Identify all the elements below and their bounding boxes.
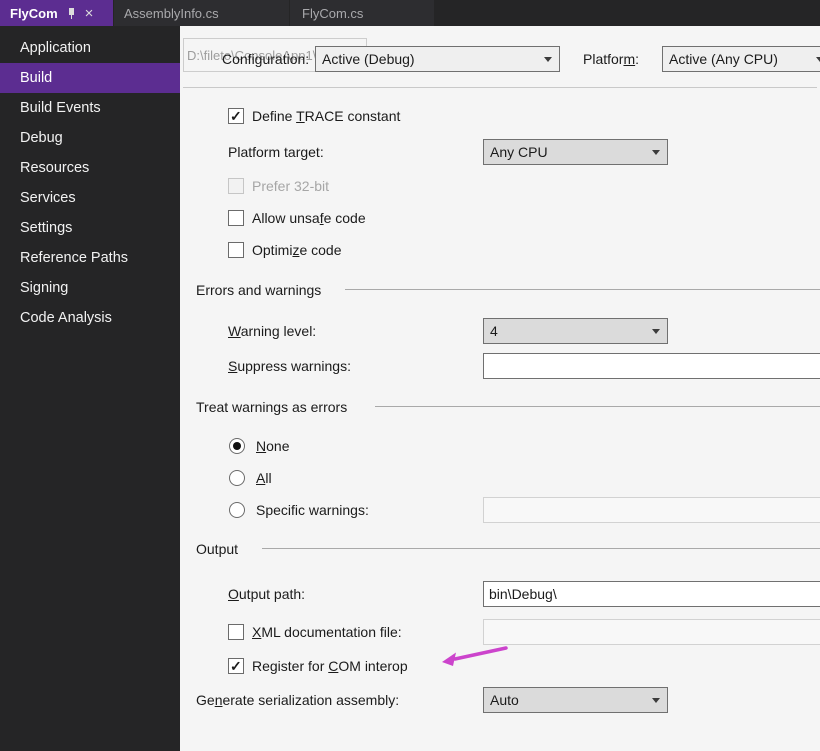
section-divider xyxy=(262,548,820,549)
register-com-label: Register for COM interop xyxy=(252,658,408,674)
platform-target-label: Platform target: xyxy=(228,144,324,160)
sidebar-item-services[interactable]: Services xyxy=(0,183,180,213)
treat-specific-label: Specific warnings: xyxy=(256,502,369,518)
section-divider xyxy=(183,87,817,88)
annotation-arrow xyxy=(442,646,508,666)
output-path-input[interactable]: bin\Debug\ xyxy=(483,581,820,607)
chevron-down-icon xyxy=(652,329,660,334)
define-trace-label: Define TRACE constant xyxy=(252,108,401,124)
section-divider xyxy=(375,406,820,407)
close-icon[interactable]: × xyxy=(85,6,94,21)
sidebar-item-resources[interactable]: Resources xyxy=(0,153,180,183)
chevron-down-icon xyxy=(816,57,820,62)
chevron-down-icon xyxy=(652,150,660,155)
define-trace-checkbox[interactable] xyxy=(228,108,244,124)
treat-warnings-header: Treat warnings as errors xyxy=(196,399,348,415)
sidebar-item-debug[interactable]: Debug xyxy=(0,123,180,153)
treat-specific-radio[interactable] xyxy=(229,502,245,518)
platform-value: Active (Any CPU) xyxy=(669,51,778,67)
sidebar-item-build-events[interactable]: Build Events xyxy=(0,93,180,123)
tab-label: FlyCom.cs xyxy=(302,5,364,21)
sidebar-item-build[interactable]: Build xyxy=(0,63,180,93)
configuration-label: Configuration: xyxy=(222,51,310,67)
treat-all-label: All xyxy=(256,470,272,486)
output-path-label: Output path: xyxy=(228,586,306,602)
project-properties-window: FlyCom × AssemblyInfo.cs FlyCom.cs Appli… xyxy=(0,0,820,751)
generate-serialization-dropdown[interactable]: Auto xyxy=(483,687,668,713)
tab-flycom-cs[interactable]: FlyCom.cs xyxy=(290,0,434,26)
configuration-value: Active (Debug) xyxy=(322,51,415,67)
treat-none-label: None xyxy=(256,438,290,454)
generate-serialization-value: Auto xyxy=(490,692,519,708)
generate-serialization-label: Generate serialization assembly: xyxy=(196,692,400,708)
platform-dropdown[interactable]: Active (Any CPU) xyxy=(662,46,820,72)
optimize-code-checkbox[interactable] xyxy=(228,242,244,258)
platform-target-value: Any CPU xyxy=(490,144,548,160)
sidebar-item-settings[interactable]: Settings xyxy=(0,213,180,243)
sidebar-item-code-analysis[interactable]: Code Analysis xyxy=(0,303,180,333)
configuration-dropdown[interactable]: Active (Debug) xyxy=(315,46,560,72)
tab-flycom[interactable]: FlyCom × xyxy=(0,0,113,26)
xml-doc-label: XML documentation file: xyxy=(252,624,402,640)
errors-warnings-header: Errors and warnings xyxy=(196,282,322,298)
chevron-down-icon xyxy=(544,57,552,62)
sidebar-item-application[interactable]: Application xyxy=(0,33,180,63)
prefer-32bit-label: Prefer 32-bit xyxy=(252,178,330,194)
build-settings-panel: D:\fileto\ConsoleApp1\FlyCom\FlyCom.cspr… xyxy=(180,26,820,751)
properties-sidebar: Application Build Build Events Debug Res… xyxy=(0,26,180,751)
tab-assemblyinfo-cs[interactable]: AssemblyInfo.cs xyxy=(114,0,289,26)
sidebar-item-signing[interactable]: Signing xyxy=(0,273,180,303)
register-com-checkbox[interactable] xyxy=(228,658,244,674)
prefer-32bit-checkbox xyxy=(228,178,244,194)
warning-level-label: Warning level: xyxy=(228,323,317,339)
document-tab-bar: FlyCom × AssemblyInfo.cs FlyCom.cs xyxy=(0,0,820,26)
suppress-warnings-input[interactable] xyxy=(483,353,820,379)
optimize-code-label: Optimize code xyxy=(252,242,342,258)
output-header: Output xyxy=(196,541,239,557)
treat-none-radio[interactable] xyxy=(229,438,245,454)
platform-target-dropdown[interactable]: Any CPU xyxy=(483,139,668,165)
platform-label: Platform: xyxy=(583,51,640,67)
pin-icon[interactable] xyxy=(66,7,77,20)
xml-doc-input xyxy=(483,619,820,645)
tab-label: AssemblyInfo.cs xyxy=(124,5,219,21)
warning-level-dropdown[interactable]: 4 xyxy=(483,318,668,344)
chevron-down-icon xyxy=(652,698,660,703)
sidebar-item-reference-paths[interactable]: Reference Paths xyxy=(0,243,180,273)
allow-unsafe-label: Allow unsafe code xyxy=(252,210,366,226)
treat-all-radio[interactable] xyxy=(229,470,245,486)
suppress-warnings-label: Suppress warnings: xyxy=(228,358,351,374)
section-divider xyxy=(345,289,820,290)
xml-doc-checkbox[interactable] xyxy=(228,624,244,640)
allow-unsafe-checkbox[interactable] xyxy=(228,210,244,226)
warning-level-value: 4 xyxy=(490,323,498,339)
specific-warnings-input xyxy=(483,497,820,523)
tab-label: FlyCom xyxy=(10,5,58,21)
